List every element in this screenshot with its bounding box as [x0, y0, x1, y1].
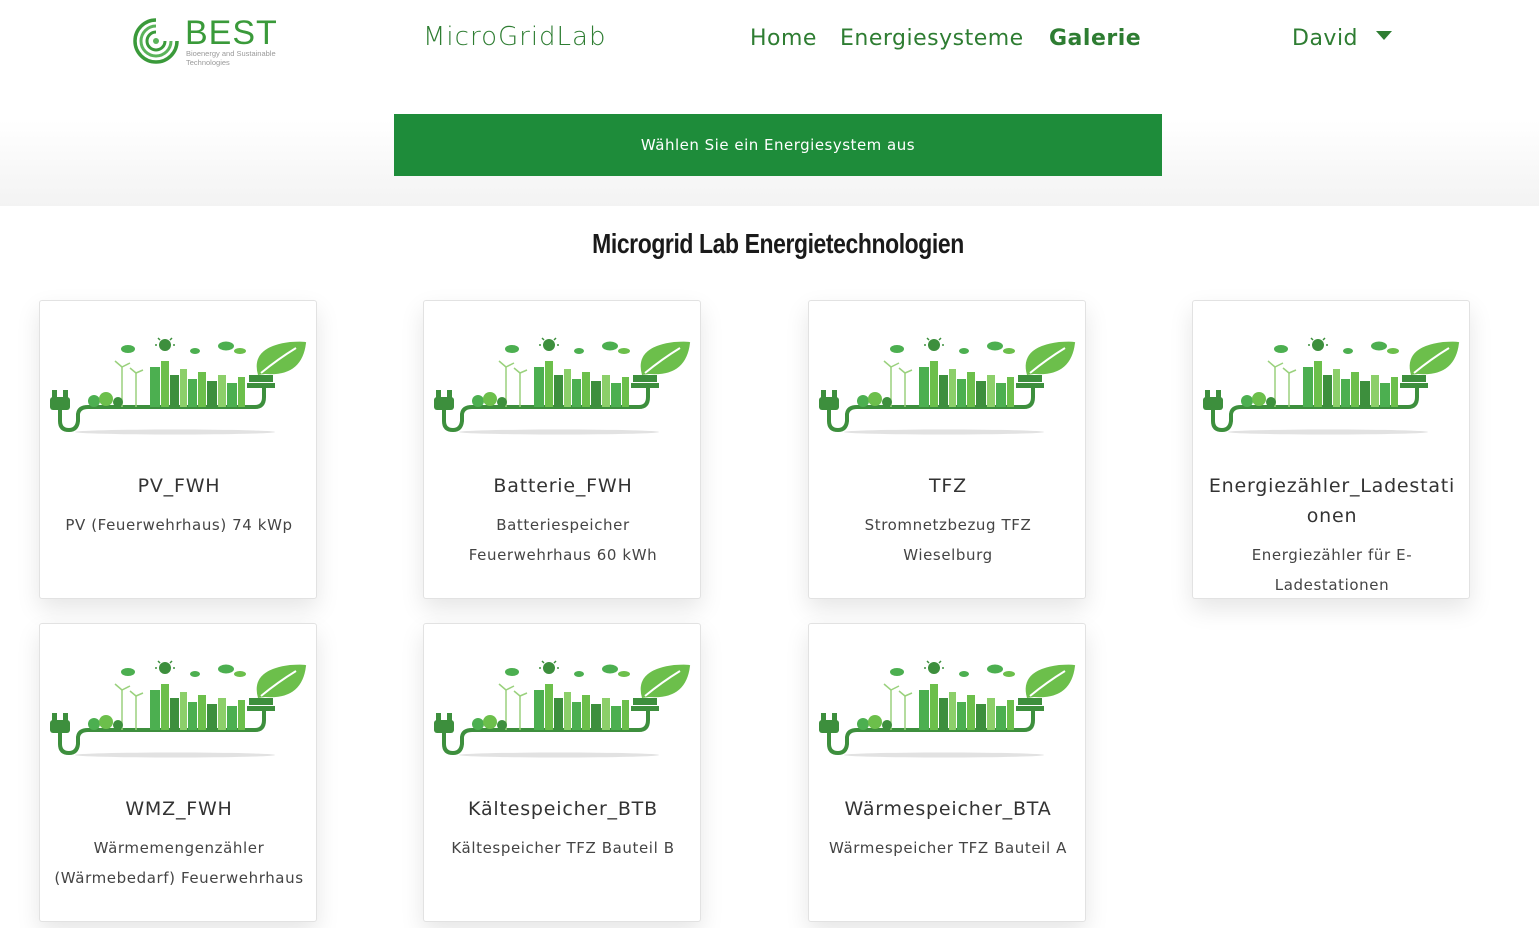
- user-menu[interactable]: David: [1292, 26, 1358, 51]
- nav-galerie[interactable]: Galerie: [1049, 26, 1141, 51]
- energy-city-illustration-icon: [50, 658, 307, 758]
- card-illustration: [434, 658, 692, 760]
- card-illustration: [50, 335, 308, 437]
- energy-system-select-button[interactable]: Wählen Sie ein Energiesystem aus: [394, 114, 1162, 176]
- card-illustration: [819, 658, 1077, 760]
- best-logo-icon: [133, 18, 179, 64]
- card-description: PV (Feuerwehrhaus) 74 kWp: [65, 516, 293, 534]
- card-title: Batterie_FWH: [493, 475, 633, 497]
- technology-card[interactable]: Kältespeicher_BTB Kältespeicher TFZ Baut…: [423, 623, 701, 922]
- technology-card[interactable]: Energiezähler_Ladestationen Energiezähle…: [1192, 300, 1470, 599]
- card-title: TFZ: [929, 475, 967, 497]
- card-description: Wärmemengenzähler (Wärmebedarf) Feuerweh…: [54, 839, 304, 887]
- card-description: Stromnetzbezug TFZ Wieselburg: [864, 516, 1032, 564]
- energy-city-illustration-icon: [819, 658, 1076, 758]
- card-description: Energiezähler für E-Ladestationen: [1251, 546, 1413, 594]
- card-illustration: [434, 335, 692, 437]
- technology-card[interactable]: Batterie_FWH Batteriespeicher Feuerwehrh…: [423, 300, 701, 599]
- logo-text: BEST: [185, 14, 278, 52]
- card-title: Wärmespeicher_BTA: [844, 798, 1052, 820]
- nav-energiesysteme[interactable]: Energiesysteme: [840, 26, 1024, 51]
- energy-city-illustration-icon: [434, 335, 691, 435]
- energy-city-illustration-icon: [819, 335, 1076, 435]
- card-illustration: [819, 335, 1077, 437]
- energy-city-illustration-icon: [1203, 335, 1460, 435]
- card-title: WMZ_FWH: [125, 798, 233, 820]
- logo-subtitle: Bioenergy and Sustainable Technologies: [186, 49, 276, 67]
- card-description: Batteriespeicher Feuerwehrhaus 60 kWh: [468, 516, 658, 564]
- chevron-down-icon[interactable]: [1376, 31, 1392, 40]
- card-title: PV_FWH: [137, 475, 221, 497]
- technology-card[interactable]: Wärmespeicher_BTA Wärmespeicher TFZ Baut…: [808, 623, 1086, 922]
- card-title: Energiezähler_Ladestationen: [1208, 475, 1456, 527]
- card-illustration: [1203, 335, 1461, 437]
- section-title: Microgrid Lab Energietechnologien: [592, 228, 964, 259]
- card-description: Kältespeicher TFZ Bauteil B: [451, 839, 675, 857]
- technology-card[interactable]: TFZ Stromnetzbezug TFZ Wieselburg: [808, 300, 1086, 599]
- energy-city-illustration-icon: [50, 335, 307, 435]
- card-description: Wärmespeicher TFZ Bauteil A: [829, 839, 1067, 857]
- technology-card[interactable]: WMZ_FWH Wärmemengenzähler (Wärmebedarf) …: [39, 623, 317, 922]
- best-logo[interactable]: BEST Bioenergy and Sustainable Technolog…: [130, 14, 300, 72]
- card-title: Kältespeicher_BTB: [468, 798, 658, 820]
- technology-card[interactable]: PV_FWH PV (Feuerwehrhaus) 74 kWp: [39, 300, 317, 599]
- nav-home[interactable]: Home: [750, 26, 817, 51]
- card-illustration: [50, 658, 308, 760]
- brand-title[interactable]: MicroGridLab: [423, 22, 606, 52]
- select-bar-label: Wählen Sie ein Energiesystem aus: [640, 136, 916, 154]
- energy-city-illustration-icon: [434, 658, 691, 758]
